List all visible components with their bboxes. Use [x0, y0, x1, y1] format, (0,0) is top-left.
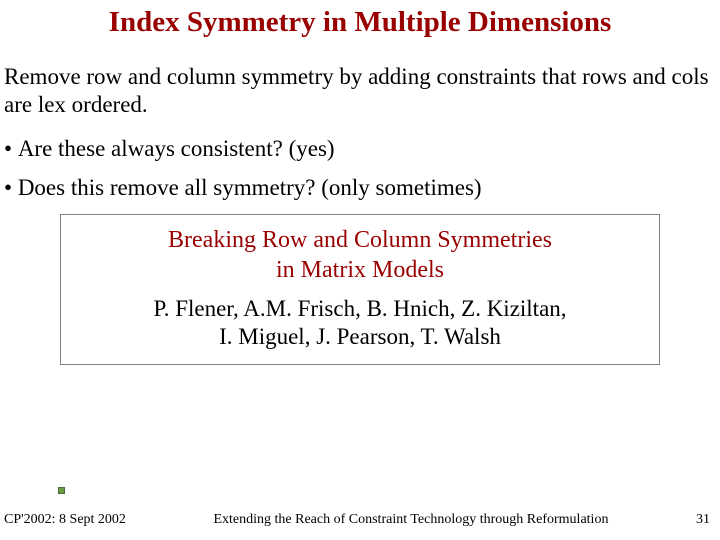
- reference-title-line: Breaking Row and Column Symmetries: [168, 227, 552, 253]
- bullet-list: • Are these always consistent? (yes) • D…: [0, 119, 720, 202]
- page-number: 31: [696, 512, 710, 528]
- reference-title: Breaking Row and Column Symmetries in Ma…: [71, 225, 649, 285]
- bullet-item: • Are these always consistent? (yes): [4, 135, 714, 163]
- reference-authors-line: P. Flener, A.M. Frisch, B. Hnich, Z. Kiz…: [153, 296, 566, 321]
- footer-date: CP'2002: 8 Sept 2002: [4, 512, 126, 528]
- reference-authors-line: I. Miguel, J. Pearson, T. Walsh: [219, 324, 501, 349]
- intro-text: Remove row and column symmetry by adding…: [0, 49, 720, 118]
- footer: CP'2002: 8 Sept 2002 Extending the Reach…: [0, 512, 720, 528]
- reference-authors: P. Flener, A.M. Frisch, B. Hnich, Z. Kiz…: [71, 295, 649, 353]
- bullet-item: • Does this remove all symmetry? (only s…: [4, 174, 714, 202]
- reference-title-line: in Matrix Models: [276, 257, 444, 283]
- bullet-text: Are these always consistent? (yes): [18, 136, 335, 161]
- reference-box: Breaking Row and Column Symmetries in Ma…: [60, 214, 660, 366]
- bullet-text: Does this remove all symmetry? (only som…: [18, 175, 482, 200]
- footer-subtitle: Extending the Reach of Constraint Techno…: [126, 512, 696, 528]
- slide: Index Symmetry in Multiple Dimensions Re…: [0, 0, 720, 540]
- decorative-square-icon: [58, 487, 65, 494]
- slide-title: Index Symmetry in Multiple Dimensions: [0, 0, 720, 49]
